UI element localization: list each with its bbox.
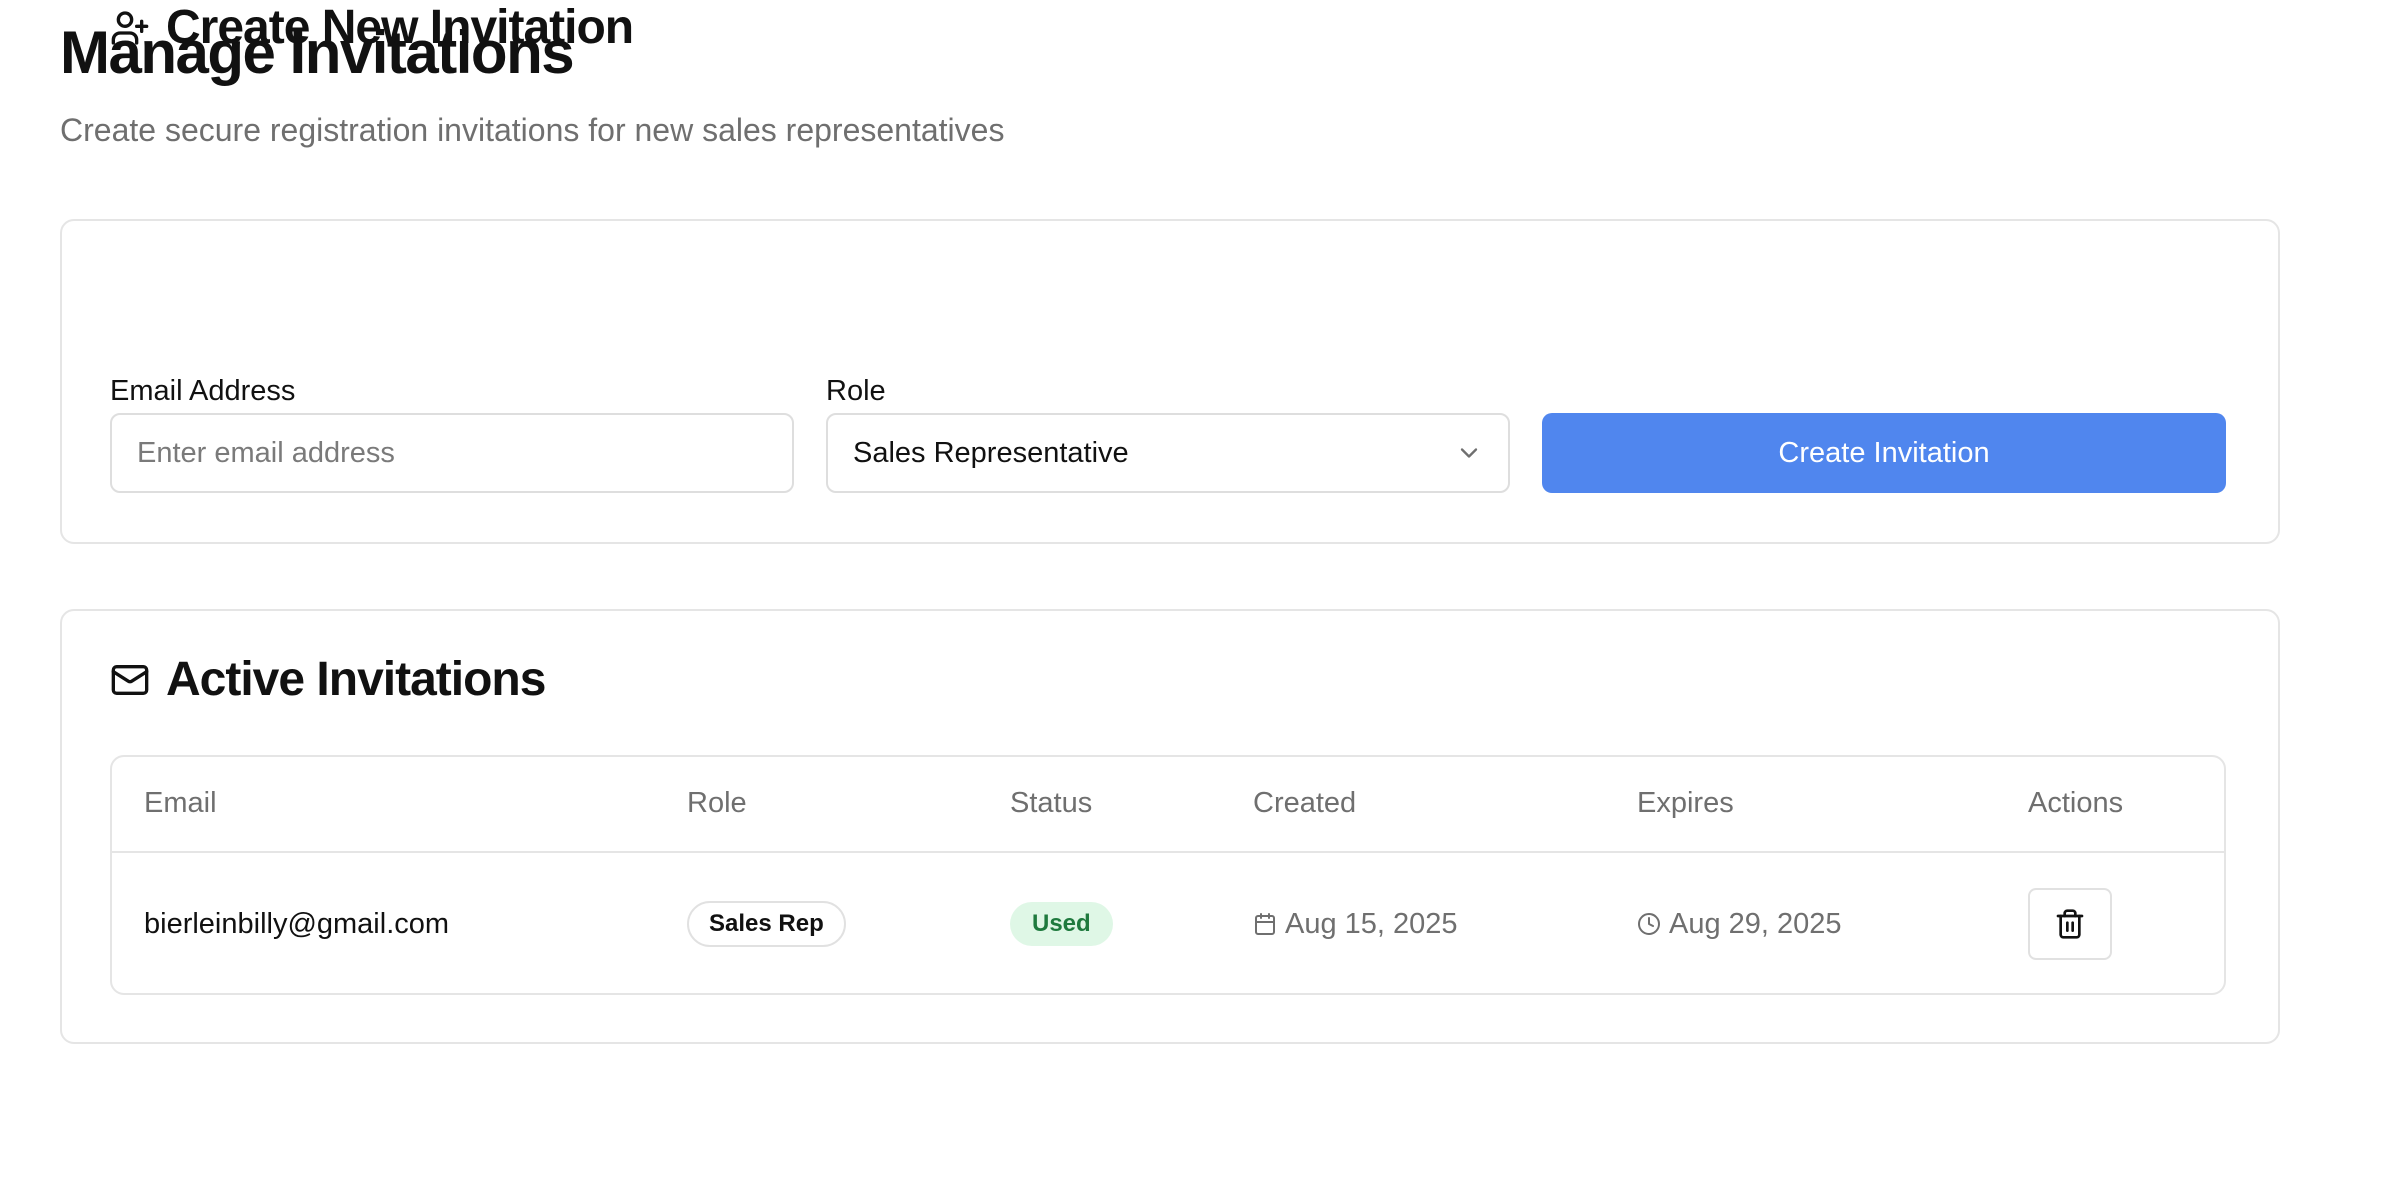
row-created: Aug 15, 2025 xyxy=(1285,907,1458,940)
email-field-wrapper xyxy=(110,413,794,493)
delete-invitation-button[interactable] xyxy=(2028,888,2112,960)
active-invitations-header: Active Invitations xyxy=(110,652,546,707)
create-invitation-header: Create New Invitation xyxy=(110,0,634,55)
column-header-created: Created xyxy=(1253,787,1357,819)
page-subtitle: Create secure registration invitations f… xyxy=(60,112,1005,148)
role-label: Role xyxy=(826,375,886,407)
invitations-table: Email Role Status Created Expires Action… xyxy=(110,755,2226,995)
column-header-email: Email xyxy=(144,787,217,819)
column-header-expires: Expires xyxy=(1637,787,1734,819)
role-badge: Sales Rep xyxy=(687,901,846,947)
calendar-icon xyxy=(1253,912,1277,936)
column-header-role: Role xyxy=(687,787,747,819)
clock-icon xyxy=(1637,912,1661,936)
trash-icon xyxy=(2054,908,2086,940)
row-status-cell: Used xyxy=(1010,853,1113,993)
status-badge: Used xyxy=(1010,902,1113,946)
active-invitations-title: Active Invitations xyxy=(166,653,546,706)
column-header-status: Status xyxy=(1010,787,1093,819)
create-invitation-card xyxy=(60,219,2280,544)
chevron-down-icon xyxy=(1455,439,1483,467)
row-created-cell: Aug 15, 2025 xyxy=(1253,853,1458,993)
row-expires: Aug 29, 2025 xyxy=(1669,907,1842,940)
table-row: bierleinbilly@gmail.com Sales Rep Used A… xyxy=(112,853,2224,993)
email-field[interactable] xyxy=(137,415,767,491)
column-header-actions: Actions xyxy=(2028,787,2124,819)
row-role-cell: Sales Rep xyxy=(687,853,846,993)
mail-icon xyxy=(110,660,150,700)
create-invitation-title: Create New Invitation xyxy=(166,1,634,54)
email-label: Email Address xyxy=(110,375,296,407)
role-select[interactable]: Sales Representative xyxy=(826,413,1510,493)
table-header: Email Role Status Created Expires Action… xyxy=(112,757,2224,853)
create-invitation-button[interactable]: Create Invitation xyxy=(1542,413,2226,493)
row-email: bierleinbilly@gmail.com xyxy=(144,907,450,940)
user-plus-icon xyxy=(110,8,150,48)
row-actions-cell xyxy=(2028,853,2112,993)
row-expires-cell: Aug 29, 2025 xyxy=(1637,853,1842,993)
role-select-value: Sales Representative xyxy=(853,436,1129,469)
